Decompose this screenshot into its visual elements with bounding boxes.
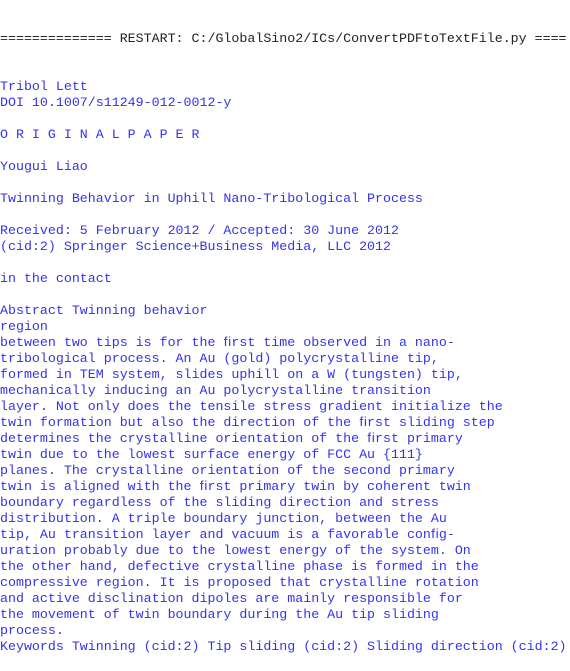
output-line: DOI 10.1007/s11249-012-0012-y xyxy=(0,95,232,110)
output-line: tip, Au transition layer and vacuum is a… xyxy=(0,527,455,542)
output-line: Received: 5 February 2012 / Accepted: 30… xyxy=(0,223,399,238)
output-line: Yougui Liao xyxy=(0,159,88,174)
restart-banner: ============== RESTART: C:/GlobalSino2/I… xyxy=(0,31,567,46)
output-line: the movement of twin boundary during the… xyxy=(0,607,439,622)
output-line: formed in TEM system, slides uphill on a… xyxy=(0,367,463,382)
output-line: and active disclination dipoles are main… xyxy=(0,591,463,606)
output-line: the other hand, defective crystalline ph… xyxy=(0,559,479,574)
output-line: process. xyxy=(0,623,64,638)
output-line: region xyxy=(0,319,48,334)
output-line: twin is aligned with the ﬁrst primary tw… xyxy=(0,479,471,494)
output-line: boundary regardless of the sliding direc… xyxy=(0,495,439,510)
output-line: distribution. A triple boundary junction… xyxy=(0,511,447,526)
python-shell-output[interactable]: ============== RESTART: C:/GlobalSino2/I… xyxy=(0,0,570,671)
output-line: (cid:2) Springer Science+Business Media,… xyxy=(0,239,391,254)
output-line: tribological process. An Au (gold) polyc… xyxy=(0,351,439,366)
output-line: in the contact xyxy=(0,271,112,286)
output-line: Abstract Twinning behavior xyxy=(0,303,208,318)
output-line: twin due to the lowest surface energy of… xyxy=(0,447,423,462)
output-line: Tribol Lett xyxy=(0,79,88,94)
output-line: Keywords Twinning (cid:2) Tip sliding (c… xyxy=(0,639,567,654)
output-line: twin formation but also the direction of… xyxy=(0,415,495,430)
output-line: O R I G I N A L P A P E R xyxy=(0,127,200,142)
output-line: mechanically inducing an Au polycrystall… xyxy=(0,383,431,398)
output-line: Twinning Behavior in Uphill Nano-Tribolo… xyxy=(0,191,423,206)
output-line: determines the crystalline orientation o… xyxy=(0,431,463,446)
output-text: Tribol Lett DOI 10.1007/s11249-012-0012-y… xyxy=(0,79,570,655)
output-line: planes. The crystalline orientation of t… xyxy=(0,463,455,478)
output-line: layer. Not only does the tensile stress … xyxy=(0,399,503,414)
output-line: between two tips is for the ﬁrst time ob… xyxy=(0,335,455,350)
output-line: uration probably due to the lowest energ… xyxy=(0,543,471,558)
